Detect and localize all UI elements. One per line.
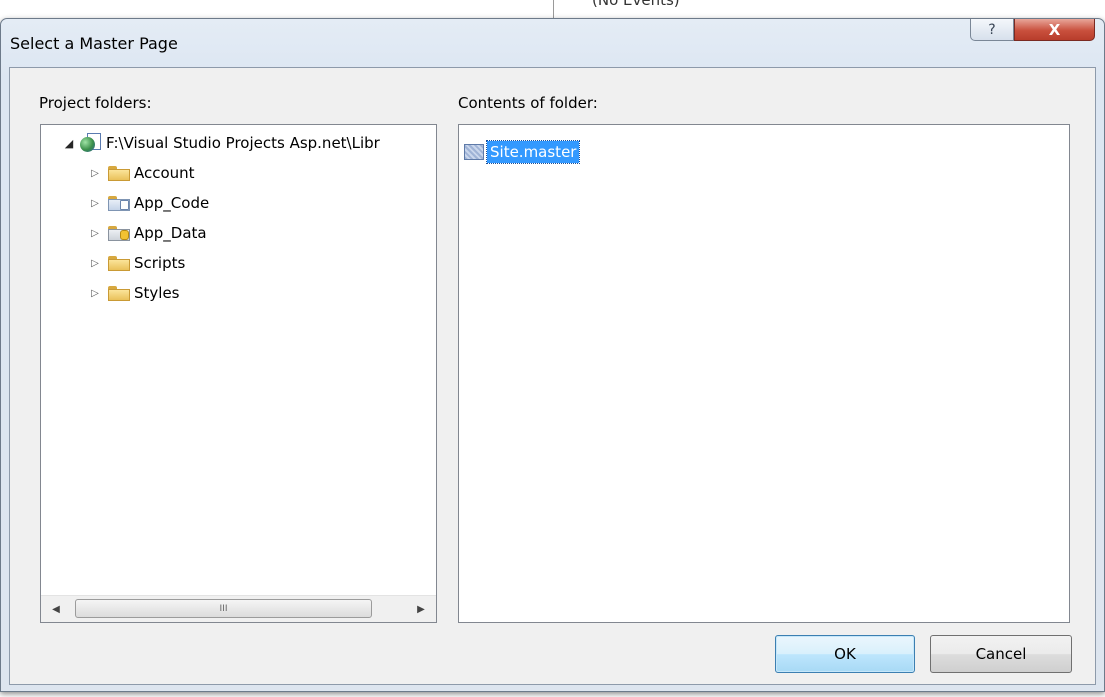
horizontal-scrollbar[interactable]: ◀ III ▶ (41, 595, 436, 622)
collapsed-arrow-icon[interactable]: ▷ (88, 168, 102, 179)
background-window: (No Events) (0, 0, 1105, 20)
list-item-label: Site.master (485, 140, 581, 164)
tree-item-label: F:\Visual Studio Projects Asp.net\Libr (106, 134, 380, 152)
contents-of-folder-list[interactable]: Site.master (458, 124, 1070, 623)
folder-icon (108, 165, 130, 181)
tree-item-scripts[interactable]: ▷ Scripts (41, 251, 185, 275)
web-project-icon (80, 133, 101, 153)
collapsed-arrow-icon[interactable]: ▷ (88, 288, 102, 299)
collapsed-arrow-icon[interactable]: ▷ (88, 198, 102, 209)
help-button[interactable]: ? (970, 19, 1014, 41)
tree-item-project-root[interactable]: ◢ F:\Visual Studio Projects Asp.net\Libr (41, 131, 380, 155)
ok-button[interactable]: OK (775, 635, 915, 673)
code-folder-icon (108, 195, 130, 211)
tree-item-app-code[interactable]: ▷ App_Code (41, 191, 209, 215)
tree-item-account[interactable]: ▷ Account (41, 161, 195, 185)
collapsed-arrow-icon[interactable]: ▷ (88, 258, 102, 269)
tree-item-label: Scripts (134, 254, 186, 272)
folder-icon (108, 285, 130, 301)
help-icon: ? (988, 21, 996, 38)
dialog-body: Project folders: Contents of folder: ◢ F… (9, 67, 1096, 685)
collapsed-arrow-icon[interactable]: ▷ (88, 228, 102, 239)
expanded-arrow-icon[interactable]: ◢ (62, 137, 76, 150)
folder-icon (108, 255, 130, 271)
tree-item-label: Styles (134, 284, 180, 302)
master-page-file-icon (464, 144, 484, 160)
project-folders-label: Project folders: (39, 94, 152, 112)
contents-of-folder-label: Contents of folder: (458, 94, 598, 112)
project-folders-tree[interactable]: ◢ F:\Visual Studio Projects Asp.net\Libr… (40, 124, 437, 623)
tree-item-label: Account (134, 164, 195, 182)
tree-item-label: App_Code (134, 194, 210, 212)
tree-item-app-data[interactable]: ▷ App_Data (41, 221, 207, 245)
scroll-left-arrow-icon[interactable]: ◀ (47, 600, 65, 618)
close-button[interactable]: X (1014, 19, 1095, 41)
background-events-text: (No Events) (592, 0, 680, 9)
scrollbar-thumb[interactable]: III (75, 599, 372, 618)
select-master-page-dialog: Select a Master Page ? X Project folders… (0, 18, 1105, 692)
close-icon: X (1048, 20, 1061, 39)
data-folder-icon (108, 225, 130, 241)
background-divider (553, 0, 554, 20)
scroll-right-arrow-icon[interactable]: ▶ (412, 600, 430, 618)
list-item-site-master[interactable]: Site.master (464, 140, 581, 164)
dialog-title: Select a Master Page (10, 34, 178, 53)
tree-view: ◢ F:\Visual Studio Projects Asp.net\Libr… (41, 125, 421, 595)
tree-item-label: App_Data (134, 224, 207, 242)
grip-icon: III (219, 603, 228, 614)
cancel-button[interactable]: Cancel (930, 635, 1072, 673)
dialog-titlebar[interactable]: Select a Master Page ? X (1, 19, 1104, 67)
tree-item-styles[interactable]: ▷ Styles (41, 281, 180, 305)
